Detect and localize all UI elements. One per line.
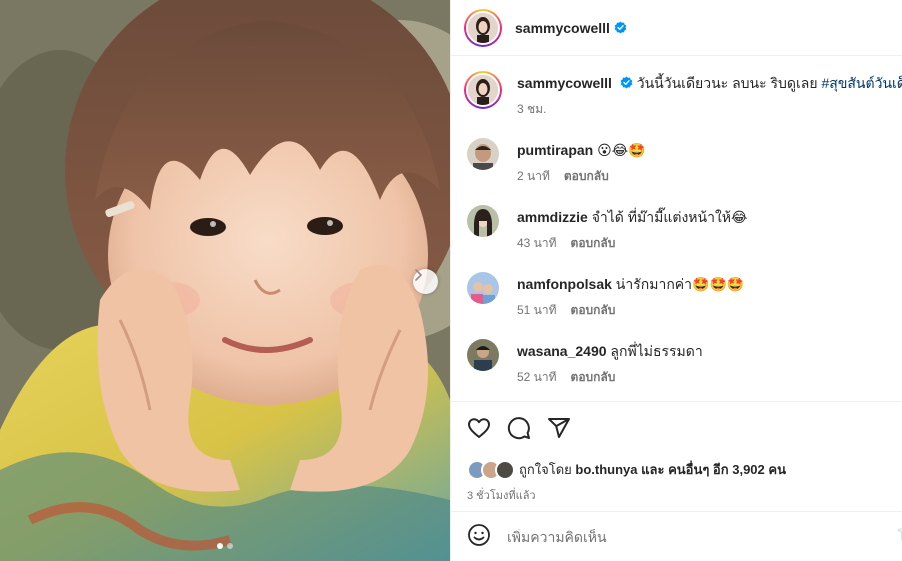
- commenter-avatar[interactable]: [467, 138, 499, 170]
- carousel-dot: [227, 543, 233, 549]
- comment-time: 51 นาที: [517, 303, 557, 317]
- comment-item: wasana_2490 ลูกพี่ไม่ธรรมดา 52 นาที ตอบก…: [467, 339, 703, 387]
- carousel-dot-active: [217, 543, 223, 549]
- comment-text: ลูกพี่ไม่ธรรมดา: [610, 343, 703, 359]
- verified-badge-icon: [620, 76, 633, 89]
- verified-badge-icon: [614, 21, 627, 34]
- commenter-avatar[interactable]: [467, 272, 499, 304]
- child-portrait-image: [0, 0, 450, 561]
- post-details-panel: sammycowelll sammycowelll วันนี้วันเดียว…: [450, 0, 902, 561]
- post-comment-button[interactable]: โ: [897, 526, 902, 548]
- post-time: 3 ชั่วโมงที่แล้ว: [467, 490, 536, 502]
- comment-time: 2 นาที: [517, 169, 550, 183]
- commenter-avatar-image: [467, 339, 499, 371]
- likes-summary: ถูกใจโดย bo.thunya และ คนอื่นๆ อีก 3,902…: [467, 459, 786, 480]
- likes-middle: และ: [641, 462, 665, 477]
- comment-time: 52 นาที: [517, 370, 557, 384]
- comment-item: namfonpolsak น่ารักมากค่า🤩🤩🤩 51 นาที ตอบ…: [467, 272, 744, 320]
- likes-others[interactable]: คนอื่นๆ อีก 3,902 คน: [668, 462, 786, 477]
- emoji-icon[interactable]: [467, 523, 491, 550]
- heart-icon[interactable]: [467, 416, 491, 440]
- caption-username[interactable]: sammycowelll: [517, 75, 612, 91]
- author-username[interactable]: sammycowelll: [515, 20, 610, 36]
- comment-input[interactable]: [507, 528, 877, 545]
- post-actions: ถูกใจโดย bo.thunya และ คนอื่นๆ อีก 3,902…: [451, 401, 902, 511]
- caption-time: 3 ชม.: [517, 102, 547, 116]
- commenter-avatar-image: [467, 272, 499, 304]
- reply-button[interactable]: ตอบกลับ: [571, 368, 616, 387]
- author-avatar[interactable]: [464, 8, 502, 47]
- reply-button[interactable]: ตอบกลับ: [571, 234, 616, 253]
- post-header: sammycowelll: [451, 0, 902, 56]
- comment-icon[interactable]: [507, 416, 531, 440]
- caption-hashtag[interactable]: #สุขสันต์วันเด็ก: [821, 75, 902, 91]
- comment-text: น่ารักมากค่า🤩🤩🤩: [615, 276, 745, 292]
- comments-list: sammycowelll วันนี้วันเดียวนะ ลบนะ ริบดู…: [451, 57, 902, 401]
- caption: sammycowelll วันนี้วันเดียวนะ ลบนะ ริบดู…: [464, 71, 902, 119]
- send-icon[interactable]: [547, 416, 571, 440]
- post-photo[interactable]: [0, 0, 450, 561]
- comment-username[interactable]: wasana_2490: [517, 343, 607, 359]
- comment-item: ammdizzie จำได้ ที่ม๊ามี๊แต่งหน้าให้😂 43…: [467, 205, 747, 253]
- commenter-avatar-image: [467, 205, 499, 237]
- comment-text: จำได้ ที่ม๊ามี๊แต่งหน้าให้😂: [591, 209, 748, 225]
- carousel-indicators: [0, 543, 450, 549]
- comment-username[interactable]: namfonpolsak: [517, 276, 612, 292]
- comment-username[interactable]: ammdizzie: [517, 209, 588, 225]
- caption-text: วันนี้วันเดียวนะ ลบนะ ริบดูเลย: [636, 75, 818, 91]
- likes-user[interactable]: bo.thunya: [575, 462, 637, 477]
- comment-username[interactable]: pumtirapan: [517, 142, 593, 158]
- caption-avatar[interactable]: [464, 71, 502, 109]
- liker-avatars: [467, 459, 515, 480]
- comment-item: pumtirapan 😮😂🤩 2 นาที ตอบกลับ: [467, 138, 646, 186]
- reply-button[interactable]: ตอบกลับ: [564, 167, 609, 186]
- likes-prefix: ถูกใจโดย: [519, 462, 572, 477]
- commenter-avatar[interactable]: [467, 339, 499, 371]
- caption-avatar-image: [468, 75, 498, 105]
- reply-button[interactable]: ตอบกลับ: [571, 301, 616, 320]
- next-photo-button[interactable]: [413, 269, 438, 294]
- author-avatar-image: [468, 12, 498, 43]
- comment-time: 43 นาที: [517, 236, 557, 250]
- comment-text: 😮😂🤩: [597, 142, 646, 158]
- liker-avatar[interactable]: [495, 459, 515, 480]
- chevron-right-icon: [415, 269, 422, 281]
- commenter-avatar-image: [467, 138, 499, 170]
- commenter-avatar[interactable]: [467, 205, 499, 237]
- add-comment-bar: โ: [451, 511, 902, 561]
